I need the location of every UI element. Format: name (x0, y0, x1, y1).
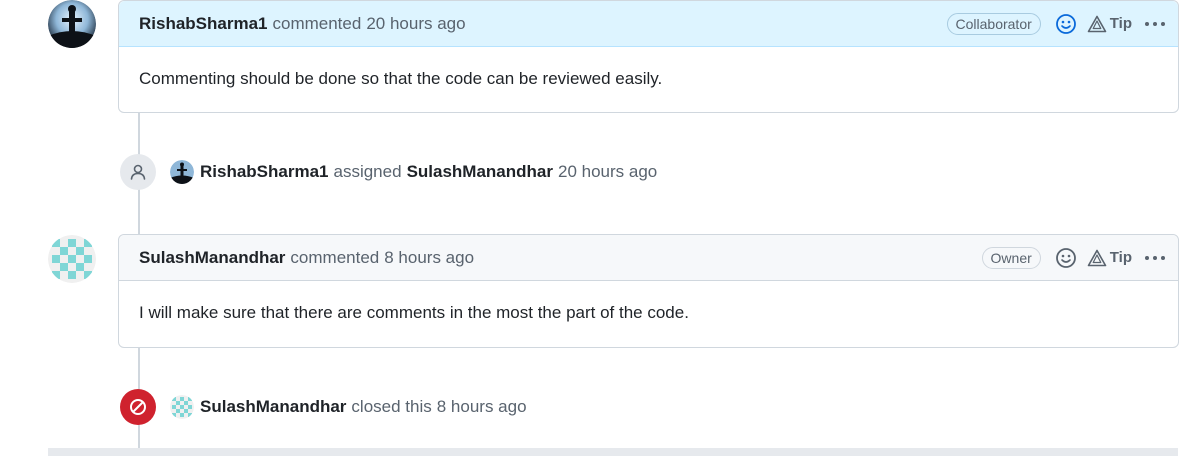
timeline-event-assigned: RishabSharma1 assigned SulashManandhar 2… (120, 154, 657, 190)
comment-author[interactable]: SulashManandhar (139, 248, 285, 268)
event-action: closed this (351, 397, 432, 416)
comment-1: RishabSharma1 commented 20 hours ago Col… (118, 0, 1179, 113)
closed-circle-slash-icon (120, 389, 156, 425)
role-badge: Collaborator (946, 12, 1041, 35)
person-icon (120, 154, 156, 190)
more-options-icon[interactable] (1144, 21, 1166, 27)
timeline-event-closed: SulashManandhar closed this 8 hours ago (120, 389, 527, 425)
tip-button[interactable]: Tip (1087, 15, 1132, 33)
event-target[interactable]: SulashManandhar (407, 162, 553, 182)
tip-button[interactable]: Tip (1087, 249, 1132, 267)
event-actor[interactable]: RishabSharma1 (200, 162, 329, 182)
comment-header: SulashManandhar commented 8 hours ago Ow… (119, 235, 1178, 281)
event-action: assigned (333, 162, 402, 181)
comment-time[interactable]: 8 hours ago (384, 248, 474, 268)
more-options-icon[interactable] (1144, 255, 1166, 261)
avatar-sulashmanandhar[interactable] (48, 235, 96, 283)
reaction-smiley-icon[interactable] (1055, 247, 1077, 269)
event-time[interactable]: 8 hours ago (437, 397, 527, 417)
avatar-rishabsharma1-small[interactable] (170, 160, 194, 184)
tip-label: Tip (1109, 249, 1132, 266)
alert-triangle-icon (1087, 15, 1107, 32)
comment-action: commented (290, 247, 380, 267)
role-badge: Owner (981, 246, 1041, 269)
tip-label: Tip (1109, 15, 1132, 32)
comment-actions: Collaborator Tip (946, 12, 1167, 35)
avatar-sulashmanandhar-small[interactable] (170, 395, 194, 419)
alert-triangle-icon (1087, 249, 1107, 266)
comment-body: Commenting should be done so that the co… (139, 69, 663, 88)
timeline-divider (48, 448, 1178, 456)
comment-header: RishabSharma1 commented 20 hours ago Col… (119, 1, 1178, 47)
comment-time[interactable]: 20 hours ago (366, 14, 465, 34)
comment-action: commented (272, 13, 362, 33)
comment-2: SulashManandhar commented 8 hours ago Ow… (118, 234, 1179, 348)
event-time[interactable]: 20 hours ago (558, 162, 657, 182)
reaction-smiley-icon[interactable] (1055, 13, 1077, 35)
comment-actions: Owner Tip (981, 246, 1166, 269)
avatar-rishabsharma1[interactable] (48, 0, 96, 48)
event-actor[interactable]: SulashManandhar (200, 397, 346, 417)
comment-body: I will make sure that there are comments… (139, 303, 689, 322)
comment-author[interactable]: RishabSharma1 (139, 14, 268, 34)
